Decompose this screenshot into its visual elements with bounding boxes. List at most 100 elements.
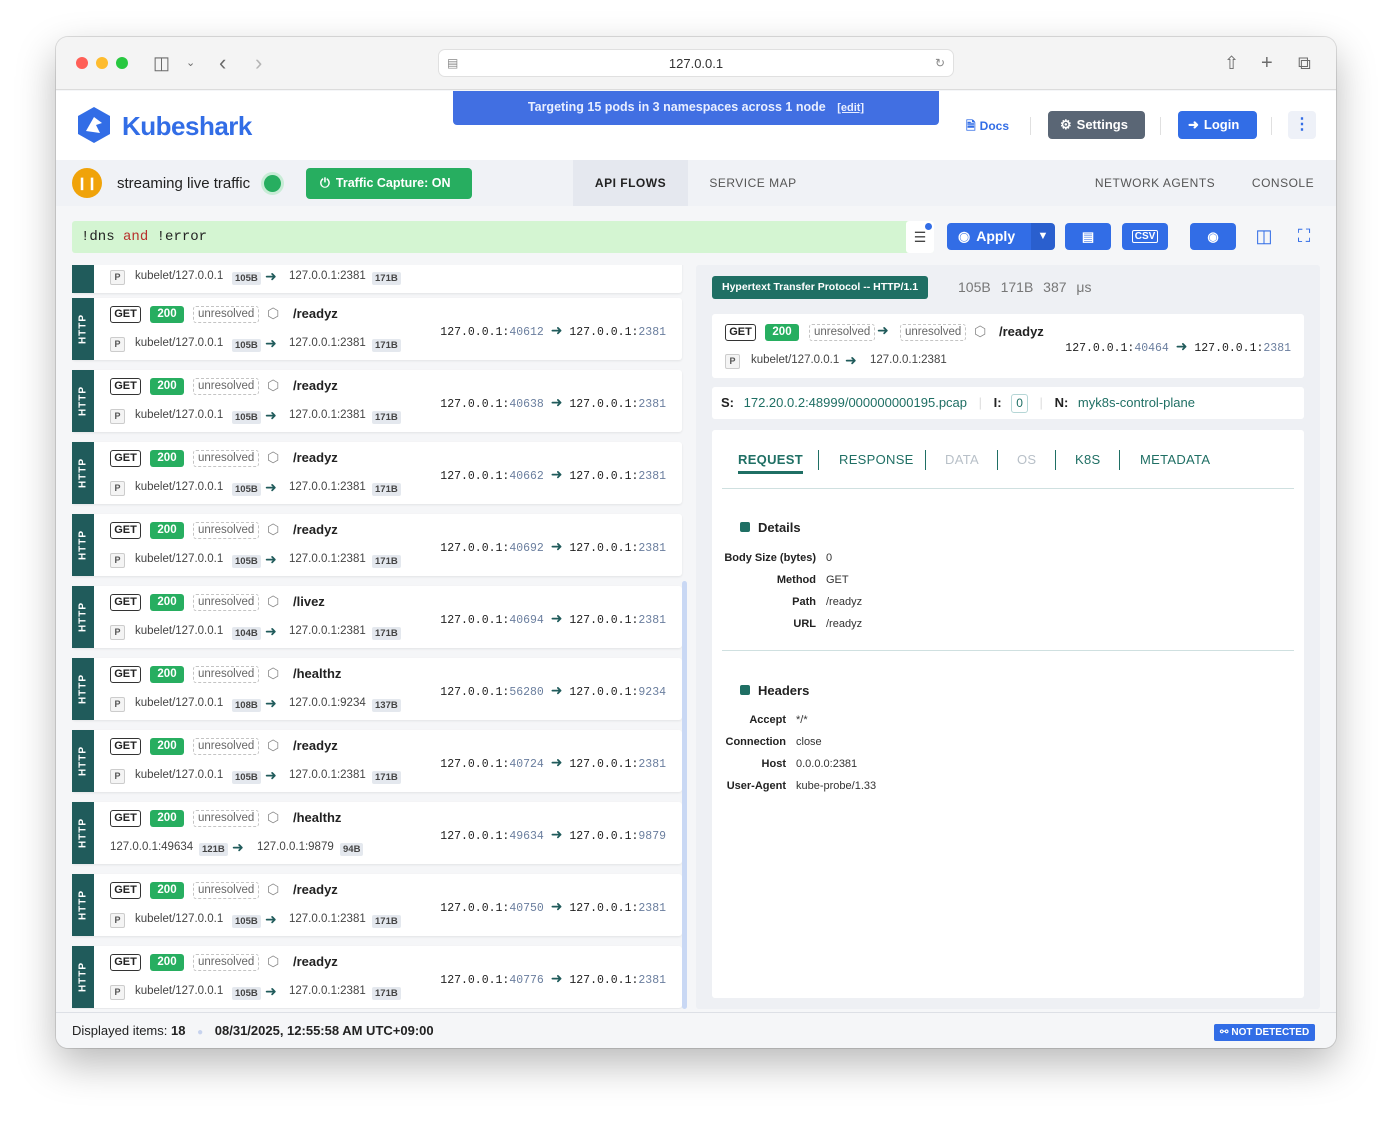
source-name: kubelet/127.0.0.1	[135, 481, 224, 493]
back-icon[interactable]: ‹	[219, 52, 226, 74]
csv-export-button[interactable]: CSV	[1122, 223, 1168, 250]
chevron-down-icon[interactable]: ⌄	[186, 53, 195, 73]
destination-name: 127.0.0.1:2381	[289, 769, 366, 781]
close-window-button[interactable]	[76, 57, 88, 69]
node-link[interactable]: myk8s-control-plane	[1078, 395, 1195, 410]
tab-network-agents[interactable]: NETWORK AGENTS	[1086, 160, 1224, 206]
tab-response[interactable]: RESPONSE	[839, 452, 914, 467]
request-size: 105B	[232, 771, 261, 784]
source-name: kubelet/127.0.0.1	[135, 553, 224, 565]
tab-overview-icon[interactable]: ⧉	[1298, 53, 1311, 73]
table-row[interactable]: HTTP GET 200 unresolved ⬡ /readyz Pkubelet/127…	[72, 514, 682, 576]
response-size: 171B	[372, 483, 401, 496]
tab-api-flows[interactable]: API FLOWS	[573, 160, 688, 206]
table-row[interactable]: HTTP GET 200 unresolved ⬡ /healthz Pkubelet/12…	[72, 658, 682, 720]
maximize-window-button[interactable]	[116, 57, 128, 69]
table-row[interactable]: HTTP GET 200 unresolved ⬡ /readyz Pkubelet/127…	[72, 298, 682, 360]
arrow-right-icon: ➜	[265, 479, 277, 495]
divider: |	[978, 395, 983, 410]
tab-data[interactable]: DATA	[945, 452, 979, 467]
details-section-title: Details	[758, 520, 801, 535]
login-button[interactable]: ➜ Login	[1178, 111, 1257, 139]
address-bar[interactable]: ▤ 127.0.0.1 ↻	[438, 49, 954, 77]
brand-name[interactable]: Kubeshark	[122, 111, 252, 142]
request-path: /readyz	[293, 738, 338, 753]
cube-icon: ⬡	[267, 881, 280, 897]
book-icon[interactable]: ▤	[1065, 223, 1111, 250]
resolution-badge: unresolved	[193, 522, 260, 539]
traffic-capture-button[interactable]: ⏻ Traffic Capture: ON	[306, 168, 472, 199]
fullscreen-icon[interactable]: ⛶	[1290, 221, 1318, 251]
table-row[interactable]: HTTP GET 200 unresolved ⬡ /readyz Pkubelet/127…	[72, 442, 682, 504]
headers-section-toggle[interactable]: Headers	[740, 683, 809, 698]
dst-ip: 127.0.0.1:	[569, 902, 639, 915]
apply-dropdown-chevron-icon[interactable]: ▼	[1031, 223, 1055, 250]
filter-query-input[interactable]: !dns and !error	[72, 221, 934, 253]
tab-metadata[interactable]: METADATA	[1140, 452, 1210, 467]
p-badge: P	[110, 270, 125, 285]
record-icon[interactable]: ◉	[1190, 223, 1236, 250]
more-menu-icon[interactable]: ⋮	[1288, 111, 1316, 139]
method-badge: GET	[110, 738, 141, 755]
not-detected-badge[interactable]: ⚯ NOT DETECTED	[1214, 1024, 1316, 1041]
tab-k8s[interactable]: K8S	[1075, 452, 1100, 467]
table-row[interactable]: P kubelet/127.0.0.1 105B ➜ 127.0.0.1:238…	[72, 265, 682, 293]
split-pane-icon[interactable]: ◫	[1250, 221, 1278, 251]
connection-info: 127.0.0.1:40694 ➜ 127.0.0.1:2381	[440, 610, 666, 627]
banner-edit-link[interactable]: [edit]	[837, 102, 864, 114]
pause-icon[interactable]: ❙❙	[72, 168, 102, 198]
tab-console[interactable]: CONSOLE	[1242, 160, 1324, 206]
protocol-label: HTTP	[77, 745, 89, 777]
i-label: I:	[993, 395, 1002, 410]
protocol-tag: HTTP	[72, 874, 94, 936]
settings-button[interactable]: ⚙ Settings	[1048, 111, 1145, 139]
sidebar-toggle-icon[interactable]: ◫	[153, 53, 170, 73]
cube-icon: ⬡	[267, 305, 280, 321]
src-ip: 127.0.0.1:	[440, 398, 510, 411]
dst-ip: 127.0.0.1:	[1194, 342, 1264, 355]
response-size: 171B	[372, 627, 401, 640]
arrow-right-icon: ➜	[1175, 338, 1188, 354]
details-section-toggle[interactable]: Details	[740, 520, 801, 535]
kv-key: URL	[793, 618, 816, 630]
forward-icon[interactable]: ›	[255, 52, 262, 74]
destination-name: 127.0.0.1:2381	[289, 270, 366, 282]
kubeshark-logo-icon[interactable]	[74, 105, 114, 145]
p-badge: P	[110, 625, 125, 640]
method-badge: GET	[110, 666, 141, 683]
filter-text: !error	[148, 229, 208, 245]
pcap-link[interactable]: 172.20.0.2:48999/000000000195.pcap	[744, 395, 967, 410]
protocol-tag: HTTP	[72, 514, 94, 576]
filter-options-icon[interactable]: ☰	[906, 221, 934, 253]
table-row[interactable]: HTTP GET 200 unresolved ⬡ /readyz Pkubelet/127…	[72, 946, 682, 1008]
dst-ip: 127.0.0.1:	[569, 758, 639, 771]
table-row[interactable]: HTTP GET 200 unresolved ⬡ /readyz Pkubelet/127…	[72, 370, 682, 432]
tab-os[interactable]: OS	[1017, 452, 1036, 467]
table-row[interactable]: HTTP GET 200 unresolved ⬡ /readyz Pkubelet/127…	[72, 730, 682, 792]
protocol-tag	[72, 265, 94, 293]
new-tab-icon[interactable]: +	[1261, 53, 1273, 73]
tab-request[interactable]: REQUEST	[738, 452, 803, 474]
protocol-label: HTTP	[77, 961, 89, 993]
kv-key: Connection	[725, 736, 787, 748]
table-row[interactable]: HTTP GET 200 unresolved ⬡ /readyz Pkubelet/127…	[72, 874, 682, 936]
dst-port: 9879	[638, 830, 666, 843]
src-ip: 127.0.0.1:	[440, 686, 510, 699]
apply-button[interactable]: ◉ Apply	[947, 223, 1031, 250]
source-name: kubelet/127.0.0.1	[135, 409, 224, 421]
minimize-window-button[interactable]	[96, 57, 108, 69]
arrow-right-icon: ➜	[265, 551, 277, 567]
tab-service-map[interactable]: SERVICE MAP	[696, 160, 810, 206]
table-row[interactable]: HTTP GET 200 unresolved ⬡ /livez Pkubelet/127.…	[72, 586, 682, 648]
table-row[interactable]: HTTP GET 200 unresolved ⬡/healthz 127.0.0.1:4…	[72, 802, 682, 864]
s-label: S:	[721, 395, 734, 410]
docs-link[interactable]: 🗎 Docs	[966, 117, 1009, 138]
share-icon[interactable]: ⇧	[1224, 53, 1239, 73]
source-name: kubelet/127.0.0.1	[135, 625, 224, 637]
displayed-items-label: Displayed items:	[72, 1023, 168, 1038]
reload-icon[interactable]: ↻	[935, 50, 945, 77]
kv-value: 0	[826, 552, 833, 564]
page-settings-icon[interactable]: ▤	[447, 50, 458, 77]
list-scrollbar[interactable]	[682, 581, 687, 1009]
cube-icon: ⬡	[267, 521, 280, 537]
